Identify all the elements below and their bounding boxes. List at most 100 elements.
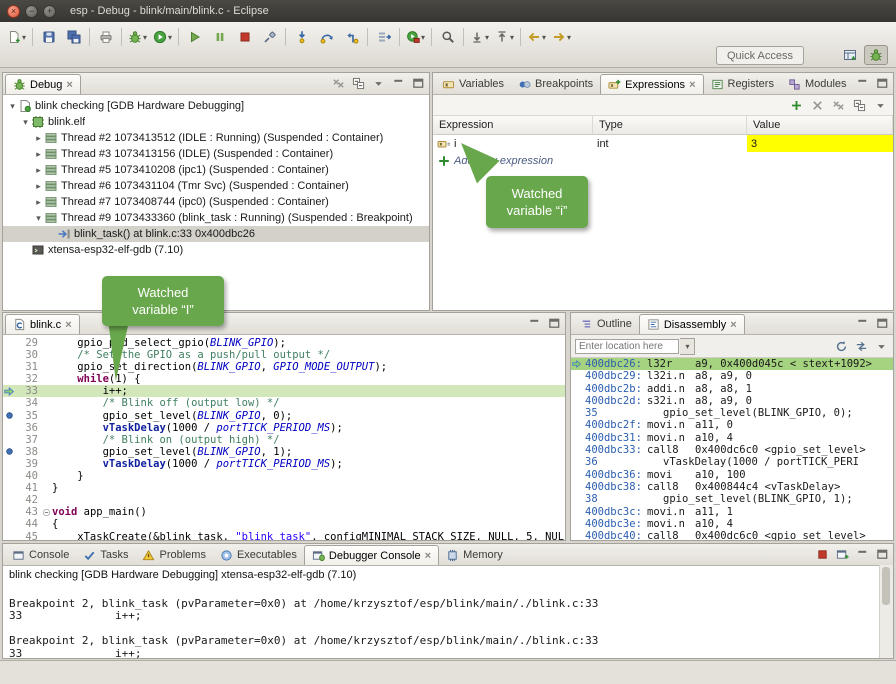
step-over-button[interactable]	[314, 25, 339, 49]
forward-button[interactable]: ▾	[549, 25, 574, 49]
disassembly-row[interactable]: 400dbc38:call80x400844c4 <vTaskDelay>	[571, 481, 893, 493]
source-editor[interactable]: 29 gpio_pad_select_gpio(BLINK_GPIO);30 /…	[3, 335, 565, 541]
save-button[interactable]	[36, 25, 61, 49]
instruction-stepping-button[interactable]	[371, 25, 396, 49]
window-close-button[interactable]	[7, 5, 20, 18]
code-line[interactable]: 31 gpio_set_direction(BLINK_GPIO, GPIO_M…	[3, 361, 565, 373]
disassembly-row[interactable]: 400dbc36:movia10, 100	[571, 469, 893, 481]
disassembly-row[interactable]: 400dbc2d:s32i.na8, a9, 0	[571, 395, 893, 407]
print-button[interactable]	[93, 25, 118, 49]
debug-tree-row[interactable]: ▾blink checking [GDB Hardware Debugging]	[3, 98, 429, 114]
save-all-button[interactable]	[61, 25, 86, 49]
link-with-view-button[interactable]	[853, 338, 869, 354]
disassembly-row[interactable]: 35gpio_set_level(BLINK_GPIO, 0);	[571, 407, 893, 419]
window-maximize-button[interactable]	[43, 5, 56, 18]
debug-tree-row[interactable]: ▾Thread #9 1073433360 (blink_task : Runn…	[3, 210, 429, 226]
disassembly-row[interactable]: 400dbc31:movi.na10, 4	[571, 432, 893, 444]
back-button[interactable]: ▾	[524, 25, 549, 49]
debug-tree-row[interactable]: ▸Thread #2 1073413512 (IDLE : Running) (…	[3, 130, 429, 146]
tab-problems[interactable]: Problems	[135, 545, 212, 565]
disassembly-row[interactable]: 400dbc3c:movi.na11, 1	[571, 506, 893, 518]
tab-debugger-console[interactable]: Debugger Console×	[304, 545, 439, 565]
column-header-value[interactable]: Value	[747, 116, 893, 134]
code-line[interactable]: 38 gpio_set_level(BLINK_GPIO, 1);	[3, 446, 565, 458]
tab-breakpoints[interactable]: Breakpoints	[511, 74, 600, 94]
minimize-button[interactable]	[390, 75, 406, 91]
remove-all-expressions-button[interactable]	[830, 97, 846, 113]
tab-blink-c[interactable]: blink.c×	[5, 314, 80, 334]
refresh-button[interactable]	[833, 338, 849, 354]
debug-tree-row[interactable]: ▸Thread #5 1073410208 (ipc1) (Suspended …	[3, 162, 429, 178]
debug-tree-row[interactable]: ▸Thread #6 1073431104 (Tmr Svc) (Suspend…	[3, 178, 429, 194]
debug-tree-row[interactable]: ▾blink.elf	[3, 114, 429, 130]
location-input[interactable]	[575, 339, 679, 354]
debug-tree-row[interactable]: ▸Thread #7 1073408744 (ipc0) (Suspended …	[3, 194, 429, 210]
close-icon[interactable]: ×	[689, 79, 695, 91]
disassembly-row[interactable]: 400dbc2f:movi.na11, 0	[571, 419, 893, 431]
disassembly-row[interactable]: 400dbc33:call80x400dc6c0 <gpio_set_level…	[571, 444, 893, 456]
collapse-all-button[interactable]	[350, 75, 366, 91]
collapse-all-button[interactable]	[851, 97, 867, 113]
add-new-expression-row[interactable]: Add new expression	[433, 152, 893, 169]
collapse-arrow-icon[interactable]: ▾	[33, 213, 44, 224]
column-header-expression[interactable]: Expression	[433, 116, 593, 134]
minimize-button[interactable]	[854, 315, 870, 331]
code-line[interactable]: 32 while(1) {	[3, 373, 565, 385]
disconnect-button[interactable]	[257, 25, 282, 49]
code-line[interactable]: 35 gpio_set_level(BLINK_GPIO, 0);	[3, 410, 565, 422]
code-line[interactable]: 33 i++;	[3, 385, 565, 397]
external-tools-button[interactable]: ▾	[403, 25, 428, 49]
terminate-button[interactable]	[814, 546, 830, 562]
close-icon[interactable]: ×	[730, 319, 736, 331]
tab-debug[interactable]: Debug×	[5, 74, 81, 94]
new-wizard-button[interactable]: ▾	[4, 25, 29, 49]
scrollbar-thumb[interactable]	[882, 567, 890, 605]
open-console-button[interactable]	[834, 546, 850, 562]
expand-arrow-icon[interactable]: ▸	[33, 133, 44, 144]
collapse-arrow-icon[interactable]: ▾	[7, 101, 18, 112]
step-into-button[interactable]	[289, 25, 314, 49]
tab-executables[interactable]: Executables	[213, 545, 304, 565]
maximize-button[interactable]	[874, 315, 890, 331]
view-menu-button[interactable]	[370, 75, 386, 91]
expand-arrow-icon[interactable]: ▸	[33, 149, 44, 160]
close-icon[interactable]: ×	[425, 550, 431, 562]
maximize-button[interactable]	[874, 546, 890, 562]
tab-registers[interactable]: Registers	[704, 74, 781, 94]
code-line[interactable]: 30 /* Set the GPIO as a push/pull output…	[3, 349, 565, 361]
suspend-button[interactable]	[207, 25, 232, 49]
close-icon[interactable]: ×	[66, 79, 72, 91]
quick-access-button[interactable]: Quick Access	[716, 46, 804, 65]
minimize-button[interactable]	[526, 315, 542, 331]
expand-arrow-icon[interactable]: ▸	[33, 197, 44, 208]
resume-button[interactable]	[182, 25, 207, 49]
debug-tree-row[interactable]: ▸Thread #3 1073413156 (IDLE) (Suspended …	[3, 146, 429, 162]
disassembly-listing[interactable]: 400dbc26:l32ra9, 0x400d045c < stext+1092…	[571, 358, 893, 541]
minimize-button[interactable]	[854, 546, 870, 562]
window-minimize-button[interactable]	[25, 5, 38, 18]
maximize-button[interactable]	[546, 315, 562, 331]
remove-expression-button[interactable]	[809, 97, 825, 113]
code-line[interactable]: 43void app_main()	[3, 506, 565, 518]
disassembly-row[interactable]: 400dbc2b:addi.na8, a8, 1	[571, 383, 893, 395]
expression-row[interactable]: iint3	[433, 135, 893, 152]
expand-arrow-icon[interactable]: ▸	[33, 181, 44, 192]
debug-perspective-button[interactable]	[864, 45, 888, 65]
run-button[interactable]: ▾	[150, 25, 175, 49]
location-dropdown-button[interactable]: ▾	[680, 338, 695, 355]
debug-button[interactable]: ▾	[125, 25, 150, 49]
tab-console[interactable]: Console	[5, 545, 76, 565]
tab-expressions[interactable]: Expressions×	[600, 74, 703, 94]
remove-terminated-button[interactable]	[330, 75, 346, 91]
code-line[interactable]: 45 xTaskCreate(&blink_task, "blink_task"…	[3, 531, 565, 542]
code-line[interactable]: 34 /* Blink off (output low) */	[3, 397, 565, 409]
disassembly-row[interactable]: 38gpio_set_level(BLINK_GPIO, 1);	[571, 493, 893, 505]
code-line[interactable]: 42	[3, 494, 565, 506]
collapse-arrow-icon[interactable]: ▾	[20, 117, 31, 128]
minimize-button[interactable]	[854, 75, 870, 91]
add-expression-button[interactable]	[788, 97, 804, 113]
code-line[interactable]: 29 gpio_pad_select_gpio(BLINK_GPIO);	[3, 337, 565, 349]
column-header-type[interactable]: Type	[593, 116, 747, 134]
debug-tree-row[interactable]: blink_task() at blink.c:33 0x400dbc26	[3, 226, 429, 242]
maximize-button[interactable]	[410, 75, 426, 91]
